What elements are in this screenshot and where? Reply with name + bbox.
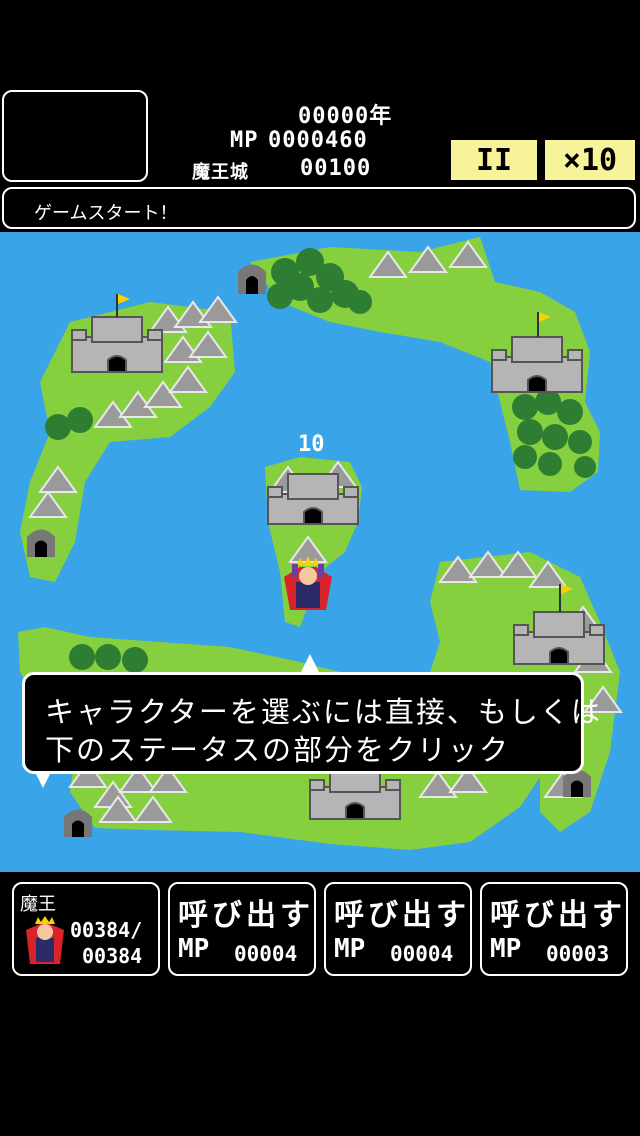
speed-button[interactable]: ×10 bbox=[543, 138, 637, 182]
slot-demon-lord[interactable]: 魔王 00384/ 00384 bbox=[12, 882, 160, 976]
summon-mp-label: MP bbox=[334, 934, 366, 964]
summon-mp-cost: 00003 bbox=[546, 942, 610, 966]
summon-mp-label: MP bbox=[178, 934, 210, 964]
demon-lord-hp-max: 00384 bbox=[82, 944, 143, 968]
summon-mp-cost: 00004 bbox=[390, 942, 454, 966]
demon-lord-hp-current: 00384/ bbox=[70, 918, 143, 942]
summon-mp-label: MP bbox=[490, 934, 522, 964]
castle-label: 魔王城 bbox=[192, 162, 249, 183]
summon-label: 呼び出す bbox=[334, 898, 470, 933]
summon-label: 呼び出す bbox=[490, 898, 626, 933]
pause-button[interactable]: II bbox=[449, 138, 539, 182]
mp-label: MP bbox=[230, 128, 259, 153]
demon-lord-name: 魔王 bbox=[20, 894, 56, 915]
world-map[interactable]: 10 bbox=[0, 232, 640, 872]
castle-hp-label: 10 bbox=[298, 432, 325, 457]
top-bar bbox=[0, 0, 640, 88]
year-counter: 00000年 bbox=[298, 104, 393, 129]
tutorial-line-1: キャラクターを選ぶには直接、もしくは bbox=[45, 695, 602, 729]
bubble-pointer-top bbox=[300, 654, 320, 674]
summon-mp-cost: 00004 bbox=[234, 942, 298, 966]
castle-value: 00100 bbox=[300, 156, 372, 181]
message-text: ゲームスタート！ bbox=[34, 203, 178, 224]
tutorial-bubble[interactable]: キャラクターを選ぶには直接、もしくは 下のステータスの部分をクリック bbox=[22, 672, 600, 774]
tutorial-line-2: 下のステータスの部分をクリック bbox=[45, 733, 511, 767]
demon-lord-portrait-icon bbox=[26, 916, 64, 964]
map-svg bbox=[18, 237, 623, 850]
summon-slot-2[interactable]: 呼び出す MP 00004 bbox=[324, 882, 472, 976]
summon-slot-1[interactable]: 呼び出す MP 00004 bbox=[168, 882, 316, 976]
selected-portrait-frame bbox=[2, 90, 148, 182]
message-bar: ゲームスタート！ bbox=[2, 187, 636, 229]
summon-slot-3[interactable]: 呼び出す MP 00003 bbox=[480, 882, 628, 976]
summon-label: 呼び出す bbox=[178, 898, 314, 933]
mp-value: 0000460 bbox=[268, 128, 368, 153]
